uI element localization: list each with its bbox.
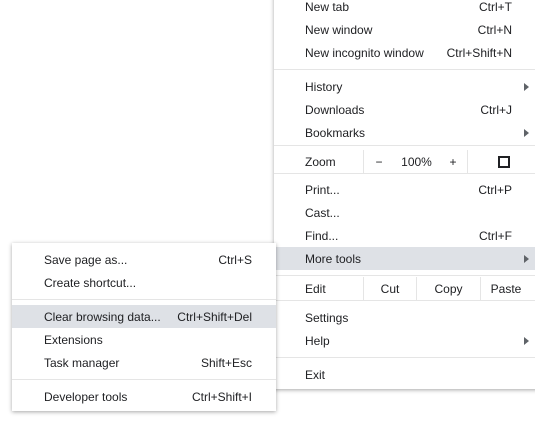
menu-item-label: Save page as... [44, 252, 128, 267]
zoom-level: 100% [394, 150, 439, 173]
menu-item-label: More tools [305, 251, 362, 266]
arrow-right-icon [524, 255, 529, 263]
arrow-right-icon [524, 337, 529, 345]
menu-item-shortcut: Ctrl+Shift+Del [177, 309, 252, 324]
menu-item-label: Downloads [305, 102, 365, 117]
menu-separator [274, 173, 535, 174]
zoom-level-value: 100% [401, 154, 432, 169]
submenu-item-extensions[interactable]: Extensions [12, 328, 276, 351]
menu-item-label: Find... [305, 228, 339, 243]
menu-item-label: Create shortcut... [44, 275, 137, 290]
zoom-in-label: + [449, 154, 457, 169]
menu-item-label: Bookmarks [305, 125, 366, 140]
menu-item-exit[interactable]: Exit [274, 363, 535, 386]
menu-item-label: Settings [305, 310, 349, 325]
menu-item-shortcut: Ctrl+F [479, 228, 512, 243]
paste-button[interactable]: Paste [481, 277, 531, 300]
menu-item-print[interactable]: Print... Ctrl+P [274, 178, 535, 201]
menu-item-label: Extensions [44, 332, 103, 347]
menu-separator [274, 300, 535, 301]
arrow-right-icon [524, 129, 529, 137]
menu-item-new-window[interactable]: New window Ctrl+N [274, 18, 535, 41]
menu-item-label: Developer tools [44, 389, 128, 404]
menu-item-new-tab[interactable]: New tab Ctrl+T [274, 0, 535, 18]
copy-label: Copy [434, 281, 463, 296]
menu-item-shortcut: Ctrl+P [478, 182, 512, 197]
zoom-out-button[interactable]: − [364, 150, 394, 173]
menu-item-shortcut: Shift+Esc [200, 355, 252, 370]
menu-item-history[interactable]: History [274, 75, 535, 98]
arrow-right-icon [524, 83, 529, 91]
submenu-item-clear-browsing-data[interactable]: Clear browsing data... Ctrl+Shift+Del [12, 305, 276, 328]
menu-item-cast[interactable]: Cast... [274, 201, 535, 224]
menu-item-label: Clear browsing data... [44, 309, 161, 324]
menu-item-shortcut: Ctrl+N [477, 22, 512, 37]
paste-label: Paste [490, 281, 522, 296]
menu-separator [274, 357, 535, 358]
menu-item-more-tools[interactable]: More tools [274, 247, 535, 270]
edit-label: Edit [305, 282, 326, 296]
menu-item-shortcut: Ctrl+T [479, 0, 512, 14]
submenu-item-developer-tools[interactable]: Developer tools Ctrl+Shift+I [12, 385, 276, 408]
menu-item-find[interactable]: Find... Ctrl+F [274, 224, 535, 247]
menu-item-shortcut: Ctrl+Shift+I [191, 389, 252, 404]
zoom-row: Zoom − 100% + [274, 150, 535, 173]
menu-item-label: Print... [305, 182, 340, 197]
edit-row: Edit Cut Copy Paste [274, 277, 535, 300]
menu-item-label: Cast... [305, 205, 340, 220]
menu-item-label: Exit [305, 367, 326, 382]
cut-label: Cut [380, 281, 400, 296]
menu-item-bookmarks[interactable]: Bookmarks [274, 121, 535, 144]
menu-item-help[interactable]: Help [274, 329, 535, 352]
menu-item-downloads[interactable]: Downloads Ctrl+J [274, 98, 535, 121]
copy-button[interactable]: Copy [417, 277, 480, 300]
menu-separator [12, 379, 276, 380]
menu-separator [274, 275, 535, 276]
menu-item-label: Help [305, 333, 330, 348]
cut-button[interactable]: Cut [364, 277, 416, 300]
menu-item-label: New window [305, 22, 373, 37]
menu-item-label: New incognito window [305, 45, 424, 60]
menu-item-label: New tab [305, 0, 350, 14]
submenu-item-save-page-as[interactable]: Save page as... Ctrl+S [12, 248, 276, 271]
menu-item-shortcut: Ctrl+J [480, 102, 512, 117]
menu-separator [12, 299, 276, 300]
zoom-in-button[interactable]: + [439, 150, 467, 173]
zoom-label: Zoom [305, 155, 336, 169]
menu-item-new-incognito-window[interactable]: New incognito window Ctrl+Shift+N [274, 41, 535, 64]
submenu-item-create-shortcut[interactable]: Create shortcut... [12, 271, 276, 294]
menu-separator [274, 69, 535, 70]
fullscreen-icon [498, 156, 510, 168]
zoom-out-label: − [375, 154, 383, 169]
more-tools-submenu: Save page as... Ctrl+S Create shortcut..… [12, 243, 276, 411]
menu-item-shortcut: Ctrl+Shift+N [446, 45, 512, 60]
submenu-item-task-manager[interactable]: Task manager Shift+Esc [12, 351, 276, 374]
fullscreen-button[interactable] [468, 150, 535, 173]
menu-item-label: Task manager [44, 355, 120, 370]
menu-separator [274, 145, 535, 146]
browser-main-menu: New tab Ctrl+T New window Ctrl+N New inc… [274, 0, 535, 389]
menu-item-shortcut: Ctrl+S [218, 252, 252, 267]
menu-item-label: History [305, 79, 343, 94]
menu-item-settings[interactable]: Settings [274, 306, 535, 329]
